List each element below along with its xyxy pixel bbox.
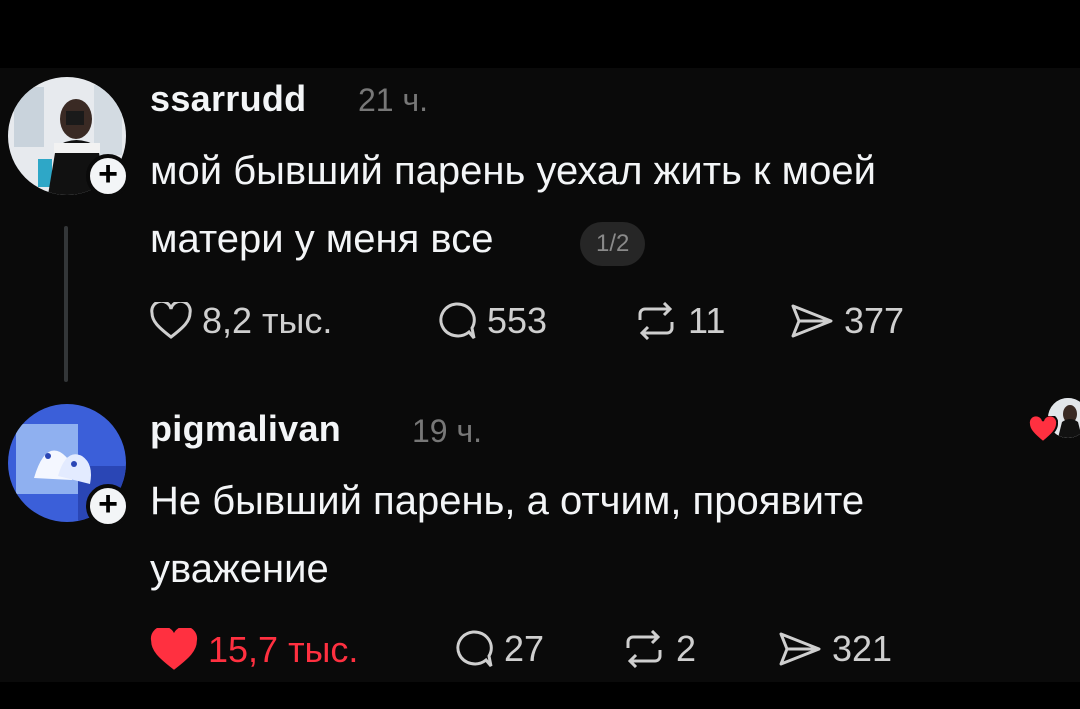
comment-2-time: 19 ч. <box>412 413 483 449</box>
repost-button-1[interactable]: 11 <box>634 300 725 342</box>
comment-1-text-line-1: мой бывший парень уехал жить к моей <box>150 149 876 193</box>
follow-plus-icon[interactable]: + <box>86 154 130 198</box>
repost-icon <box>626 630 662 668</box>
like-button-1[interactable]: 8,2 тыс. <box>150 300 332 342</box>
reply-count-2: 27 <box>504 628 545 669</box>
author-liked-heart-icon <box>1028 416 1058 444</box>
like-count-2: 15,7 тыс. <box>208 629 359 670</box>
comment-1-text-line-2: матери у меня все <box>150 217 494 261</box>
share-count-2: 321 <box>832 628 893 669</box>
reply-button-2[interactable]: 27 <box>452 628 544 670</box>
share-button-2[interactable]: 321 <box>778 628 892 670</box>
reply-count-1: 553 <box>487 300 548 341</box>
comment-icon <box>439 302 476 339</box>
comment-1-time: 21 ч. <box>358 82 429 118</box>
heart-icon <box>150 302 192 339</box>
share-icon <box>779 632 821 666</box>
comment-1-username[interactable]: ssarrudd <box>150 78 306 120</box>
bottom-bar <box>0 682 1080 709</box>
comment-2-text-line-2: уважение <box>150 547 329 591</box>
like-count-1: 8,2 тыс. <box>202 300 333 341</box>
text-pager[interactable]: 1/2 <box>580 222 646 266</box>
top-bar <box>0 0 1080 68</box>
comment-2-username[interactable]: pigmalivan <box>150 408 341 450</box>
like-button-2[interactable]: 15,7 тыс. <box>150 628 358 672</box>
repost-button-2[interactable]: 2 <box>622 628 696 670</box>
share-icon <box>791 304 833 338</box>
share-button-1[interactable]: 377 <box>790 300 904 342</box>
comment-2-text-line-1: Не бывший парень, а отчим, проявите <box>150 479 865 523</box>
reply-button-1[interactable]: 553 <box>435 300 547 342</box>
repost-icon <box>638 302 674 340</box>
repost-count-1: 11 <box>688 300 726 341</box>
follow-plus-icon[interactable]: + <box>86 484 130 528</box>
repost-count-2: 2 <box>676 628 697 669</box>
thread-line <box>64 226 68 382</box>
share-count-1: 377 <box>844 300 905 341</box>
heart-filled-icon <box>150 628 198 670</box>
comment-icon <box>456 630 493 667</box>
